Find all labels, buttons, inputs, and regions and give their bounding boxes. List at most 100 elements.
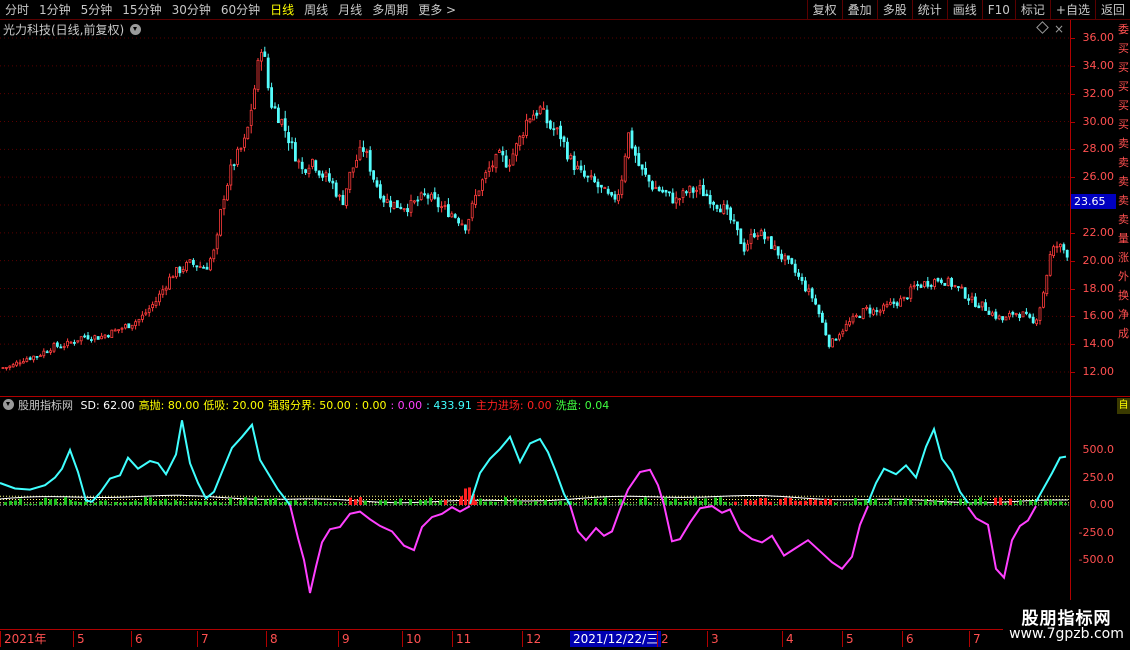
indicator-bar: [859, 502, 862, 505]
candle-body: [848, 321, 851, 326]
candle-body: [56, 342, 59, 347]
toolbar-button-3[interactable]: 统计: [911, 0, 947, 20]
indicator-bar: [534, 501, 537, 505]
candle-body: [73, 342, 76, 344]
candle-body: [293, 142, 297, 162]
toolbar-button-6[interactable]: 标记: [1014, 0, 1050, 20]
indicator-bar: [344, 504, 347, 505]
candle-body: [283, 118, 287, 131]
candle-body: [916, 284, 919, 286]
pane-separator: [0, 396, 1130, 397]
indicator-bar: [889, 498, 892, 505]
candle-body: [103, 334, 107, 338]
toolbar-button-0[interactable]: 复权: [806, 0, 842, 20]
candle-body: [385, 198, 389, 203]
toolbar-button-8[interactable]: 返回: [1094, 0, 1130, 20]
candle-body: [827, 334, 831, 347]
toolbar-button-1[interactable]: 叠加: [841, 0, 877, 20]
indicator-bar: [684, 501, 687, 505]
indicator-bar: [349, 497, 352, 505]
indicator-bar: [1009, 498, 1012, 505]
indicator-legend-item: 低吸: 20.00: [203, 399, 265, 412]
candle-body: [695, 189, 698, 192]
indicator-bar: [779, 499, 782, 505]
period-tab-1[interactable]: 1分钟: [34, 0, 76, 20]
price-chart[interactable]: [0, 20, 1070, 396]
candle-body: [263, 51, 267, 57]
candle-body: [324, 172, 328, 178]
indicator-bar: [829, 499, 832, 505]
period-tab-2[interactable]: 5分钟: [76, 0, 118, 20]
toolbar-button-7[interactable]: +自选: [1049, 0, 1095, 20]
indicator-bar: [1049, 499, 1052, 505]
indicator-bar: [969, 502, 972, 505]
candle-body: [950, 278, 953, 287]
indicator-legend-item: SD: 62.00: [80, 399, 135, 412]
indicator-legend: 股朋指标网 SD: 62.00 高抛: 80.00 低吸: 20.00 强弱分界: 5…: [3, 398, 613, 414]
candle-body: [341, 195, 345, 206]
indicator-bar: [84, 501, 87, 505]
period-tab-5[interactable]: 60分钟: [216, 0, 265, 20]
indicator-bar: [764, 498, 767, 505]
candle-body: [446, 204, 450, 218]
candle-body: [351, 167, 355, 173]
indicator-bar: [419, 499, 422, 505]
toolbar-button-2[interactable]: 多股: [876, 0, 912, 20]
candle-body: [389, 200, 393, 208]
candle-body: [280, 119, 284, 125]
indicator-bar: [259, 503, 262, 505]
indicator-bar: [549, 502, 552, 505]
indicator-chart[interactable]: [0, 415, 1070, 629]
period-tab-8[interactable]: 月线: [333, 0, 367, 20]
period-tab-0[interactable]: 分时: [0, 0, 34, 20]
indicator-bar: [529, 503, 532, 505]
candle-body: [953, 285, 957, 287]
candle-body: [402, 208, 406, 211]
indicator-bar: [1059, 501, 1062, 505]
period-tab-6[interactable]: 日线: [265, 0, 299, 20]
candle-body: [589, 175, 593, 178]
indicator-bar: [14, 500, 17, 505]
side-panel-strip[interactable]: 委买买买买买卖卖卖卖卖量涨外换净成: [1117, 20, 1130, 396]
candle-body: [134, 321, 138, 326]
period-tab-3[interactable]: 15分钟: [117, 0, 166, 20]
indicator-bar: [24, 503, 27, 505]
candle-body: [225, 185, 229, 201]
side-panel-tag[interactable]: 自: [1117, 398, 1130, 414]
indicator-line-segment: [0, 420, 291, 506]
period-tab-7[interactable]: 周线: [299, 0, 333, 20]
indicator-bar: [759, 498, 762, 505]
toolbar-button-4[interactable]: 画线: [946, 0, 982, 20]
indicator-bar: [89, 504, 92, 505]
date-axis-label: 2: [657, 631, 669, 647]
period-tab-4[interactable]: 30分钟: [167, 0, 216, 20]
period-tab-10[interactable]: 更多 >: [413, 0, 461, 20]
indicator-bar: [1044, 501, 1047, 505]
candle-body: [841, 330, 845, 335]
indicator-name[interactable]: 股朋指标网: [18, 399, 73, 412]
indicator-bar: [724, 501, 727, 505]
indicator-dropdown-icon[interactable]: [3, 399, 14, 410]
candle-body: [140, 314, 144, 320]
indicator-bar: [374, 503, 377, 505]
candle-body: [630, 130, 634, 149]
toolbar-button-5[interactable]: F10: [981, 0, 1015, 20]
candle-body: [977, 305, 981, 309]
date-axis-label: 9: [338, 631, 350, 647]
candle-body: [256, 59, 260, 91]
candle-body: [640, 164, 644, 170]
indicator-bar: [234, 504, 237, 505]
date-axis-label: 6: [902, 631, 914, 647]
candle-body: [627, 132, 630, 159]
candle-body: [453, 214, 457, 218]
candle-body: [18, 362, 22, 365]
indicator-bar: [244, 497, 247, 505]
candle-body: [317, 170, 321, 176]
candle-body: [191, 259, 195, 265]
period-tab-9[interactable]: 多周期: [367, 0, 413, 20]
candle-body: [62, 345, 66, 348]
candle-body: [188, 259, 192, 263]
candle-body: [749, 233, 753, 244]
candle-body: [157, 293, 161, 303]
candle-body: [287, 132, 291, 144]
